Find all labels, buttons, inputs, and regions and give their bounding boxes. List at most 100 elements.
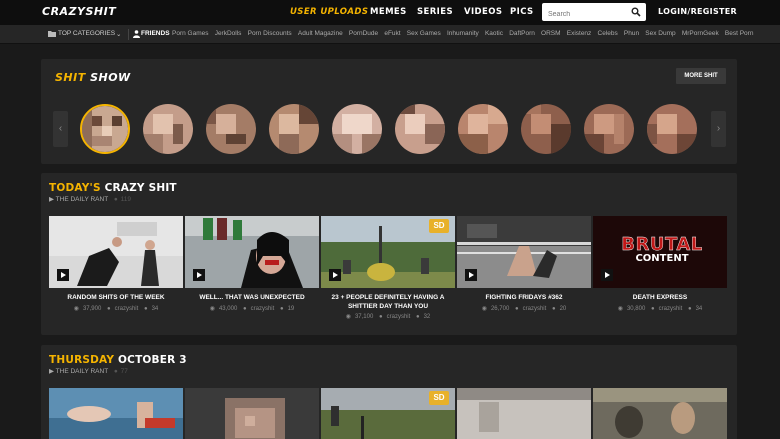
video-thumbnail[interactable]: BRUTAL CONTENT: [593, 216, 727, 288]
daily-rant-link[interactable]: ▶ THE DAILY RANT ● 77: [49, 367, 128, 375]
author-link[interactable]: crazyshit: [523, 306, 547, 312]
creator-avatar[interactable]: [521, 104, 571, 154]
nav-videos[interactable]: VIDEOS: [464, 7, 502, 17]
play-icon[interactable]: [465, 269, 477, 281]
daily-rant-label: ▶ THE DAILY RANT: [49, 368, 109, 375]
avatar-image: [521, 104, 571, 154]
friend-link[interactable]: eFukt: [384, 30, 400, 37]
avatar-image: [206, 104, 256, 154]
nav-pics[interactable]: PICS: [510, 7, 534, 17]
friend-link[interactable]: DaftPorn: [509, 30, 535, 37]
avatar-image: [82, 106, 128, 152]
view-count: 30,800: [626, 306, 646, 312]
friend-link[interactable]: Best Porn: [725, 30, 754, 37]
user-icon: [133, 30, 140, 38]
friend-link[interactable]: Sex Dump: [645, 30, 675, 37]
nav-memes[interactable]: MEMES: [370, 7, 407, 17]
shit-show-panel: SHIT SHOW MORE SHIT ‹ ›: [41, 59, 737, 164]
creator-avatar[interactable]: [143, 104, 193, 154]
video-title[interactable]: RANDOM SHITS OF THE WEEK: [49, 294, 183, 303]
video-title[interactable]: WELL... THAT WAS UNEXPECTED: [185, 294, 319, 303]
rant-comment-count: 77: [120, 368, 128, 375]
author-link[interactable]: crazyshit: [251, 306, 275, 312]
video-meta: ◉ 37,100 ● crazyshit ● 32: [321, 313, 455, 320]
play-icon[interactable]: [193, 269, 205, 281]
more-shit-button[interactable]: MORE SHIT: [676, 68, 726, 84]
avatar-image: [269, 104, 319, 154]
section-title-accent: THURSDAY: [49, 354, 115, 366]
friend-link[interactable]: MrPornGeek: [682, 30, 719, 37]
friend-link[interactable]: Inhumanity: [447, 30, 479, 37]
creator-avatar[interactable]: [80, 104, 130, 154]
search-input[interactable]: [542, 5, 626, 24]
eye-icon: ◉: [73, 306, 79, 312]
shit-show-title-accent: SHIT: [55, 71, 86, 84]
video-thumbnail[interactable]: [185, 388, 319, 439]
creator-avatar[interactable]: [206, 104, 256, 154]
creator-avatar[interactable]: [458, 104, 508, 154]
user-icon: ●: [379, 314, 383, 320]
comment-count: 19: [287, 306, 295, 312]
friends-label[interactable]: FRIENDS: [141, 30, 170, 37]
section-title-main: OCTOBER 3: [118, 354, 187, 366]
video-thumbnail[interactable]: [185, 216, 319, 288]
friend-link[interactable]: Kaotic: [485, 30, 503, 37]
creator-avatar[interactable]: [269, 104, 319, 154]
video-thumbnail[interactable]: [49, 388, 183, 439]
video-meta: ◉ 26,700 ● crazyshit ● 20: [457, 305, 591, 312]
video-thumbnail[interactable]: [457, 388, 591, 439]
friend-link[interactable]: PornDude: [349, 30, 378, 37]
site-logo[interactable]: CRAZYSHIT: [42, 5, 116, 18]
comment-icon: ●: [113, 196, 118, 203]
daily-rant-link[interactable]: ▶ THE DAILY RANT ● 119: [49, 195, 131, 203]
video-title[interactable]: FIGHTING FRIDAYS #362: [457, 294, 591, 303]
overlay-line1: BRUTAL: [621, 234, 703, 255]
friend-link[interactable]: Celebs: [598, 30, 618, 37]
nav-user-uploads[interactable]: USER UPLOADS: [290, 7, 368, 17]
nav-series[interactable]: SERIES: [417, 7, 453, 17]
sd-badge: SD: [429, 219, 449, 233]
video-title[interactable]: DEATH EXPRESS: [593, 294, 727, 303]
author-link[interactable]: crazyshit: [115, 306, 139, 312]
thumbnail-image: [593, 388, 727, 439]
view-count: 37,100: [354, 314, 374, 320]
avatar-image: [458, 104, 508, 154]
rant-comment-count: 119: [120, 196, 131, 203]
eye-icon: ◉: [617, 306, 623, 312]
eye-icon: ◉: [345, 314, 351, 320]
friend-link[interactable]: Existenz: [567, 30, 592, 37]
video-thumbnail[interactable]: [457, 216, 591, 288]
carousel-prev-arrow-icon[interactable]: ‹: [53, 111, 68, 147]
play-icon[interactable]: [329, 269, 341, 281]
creator-avatar[interactable]: [332, 104, 382, 154]
video-thumbnail[interactable]: SD: [321, 216, 455, 288]
creator-avatar[interactable]: [395, 104, 445, 154]
friend-link[interactable]: Adult Magazine: [298, 30, 343, 37]
friend-link[interactable]: Sex Games: [407, 30, 441, 37]
play-icon[interactable]: [57, 269, 69, 281]
creator-avatar[interactable]: [584, 104, 634, 154]
shit-show-title: SHIT SHOW: [55, 71, 131, 84]
video-thumbnail[interactable]: SD: [321, 388, 455, 439]
friend-link[interactable]: Porn Games: [172, 30, 209, 37]
comment-count: 34: [151, 306, 159, 312]
top-categories-dropdown[interactable]: TOP CATEGORIES: [58, 30, 115, 37]
author-link[interactable]: crazyshit: [387, 314, 411, 320]
chevron-down-icon[interactable]: ⌄: [116, 30, 121, 38]
friend-link[interactable]: ORSM: [541, 30, 561, 37]
friend-link[interactable]: Porn Discounts: [248, 30, 292, 37]
search-icon[interactable]: [631, 7, 641, 17]
creator-avatar[interactable]: [647, 104, 697, 154]
friend-link[interactable]: JerkDolls: [215, 30, 242, 37]
author-link[interactable]: crazyshit: [659, 306, 683, 312]
video-thumbnail[interactable]: [49, 216, 183, 288]
carousel-next-arrow-icon[interactable]: ›: [711, 111, 726, 147]
comment-icon: ●: [415, 314, 420, 320]
video-title[interactable]: 23 + PEOPLE DEFINITELY HAVING A SHITTIER…: [321, 294, 455, 311]
login-register-link[interactable]: LOGIN/REGISTER: [658, 7, 737, 16]
play-icon[interactable]: [601, 269, 613, 281]
friend-link[interactable]: Phun: [624, 30, 639, 37]
top-nav-bar: CRAZYSHIT USER UPLOADS MEMES SERIES VIDE…: [0, 0, 780, 25]
comment-icon: ●: [113, 368, 118, 375]
video-thumbnail[interactable]: [593, 388, 727, 439]
